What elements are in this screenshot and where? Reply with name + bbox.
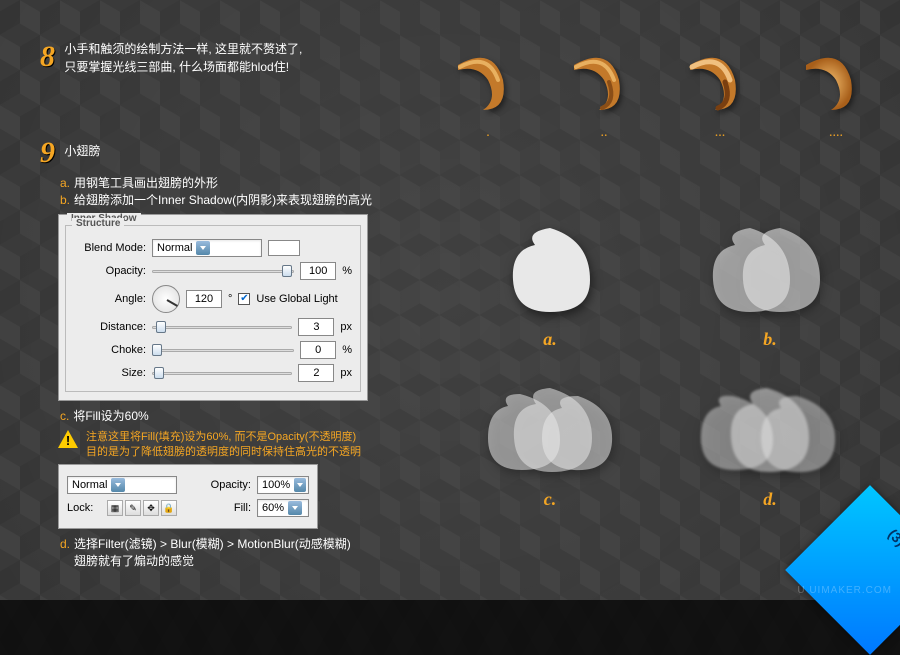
inner-shadow-panel: Inner Shadow Structure Blend Mode: Norma… <box>58 214 368 401</box>
layer-opacity-input[interactable]: 100% <box>257 476 309 494</box>
step-9d: d.选择Filter(滤镜) > Blur(模糊) > MotionBlur(动… <box>60 535 860 569</box>
chevron-down-icon <box>294 478 306 492</box>
angle-row: Angle: 120 ° ✔ Use Global Light <box>74 285 352 313</box>
lock-position-icon[interactable]: ✥ <box>143 500 159 516</box>
step-9b: b.给翅膀添加一个Inner Shadow(内阴影)来表现翅膀的高光 <box>60 191 860 208</box>
choke-row: Choke: 0 % <box>74 341 352 359</box>
step-8-text: 小手和触须的绘制方法一样, 这里就不赘述了, 只要掌握光线三部曲, 什么场面都能… <box>64 40 302 76</box>
lock-transparency-icon[interactable]: ▦ <box>107 500 123 516</box>
lock-icons[interactable]: ▦ ✎ ✥ 🔒 <box>107 500 177 516</box>
chevron-down-icon <box>196 241 210 255</box>
choke-slider[interactable] <box>152 345 294 355</box>
opacity-slider[interactable] <box>152 266 294 276</box>
distance-row: Distance: 3 px <box>74 318 352 336</box>
watermark: U UIMAKER.COM <box>797 585 892 596</box>
warning-note: ! 注意这里将Fill(填充)设为60%, 而不是Opacity(不透明度) 目… <box>58 430 378 460</box>
chevron-down-icon <box>288 501 302 515</box>
choke-input[interactable]: 0 <box>300 341 336 359</box>
lock-pixels-icon[interactable]: ✎ <box>125 500 141 516</box>
step-8-number: 8 <box>40 40 55 74</box>
step-9-number: 9 <box>40 136 55 170</box>
opacity-input[interactable]: 100 <box>300 262 336 280</box>
color-swatch[interactable] <box>268 240 300 256</box>
blend-mode-select[interactable]: Normal <box>152 239 262 257</box>
layer-blend-select[interactable]: Normal <box>67 476 177 494</box>
size-row: Size: 2 px <box>74 364 352 382</box>
opacity-row: Opacity: 100 % <box>74 262 352 280</box>
step-9-title: 小翅膀 <box>64 136 100 166</box>
step-9: 9 小翅膀 a.用钢笔工具画出翅膀的外形 b.给翅膀添加一个Inner Shad… <box>40 136 860 569</box>
step-9c: c.将Fill设为60% <box>60 407 860 424</box>
use-global-light-checkbox[interactable]: ✔ <box>238 293 250 305</box>
warning-icon: ! <box>58 430 78 448</box>
size-slider[interactable] <box>152 368 292 378</box>
step-9a: a.用钢笔工具画出翅膀的外形 <box>60 174 860 191</box>
blend-mode-row: Blend Mode: Normal <box>74 239 352 257</box>
lock-all-icon[interactable]: 🔒 <box>161 500 177 516</box>
layer-fill-input[interactable]: 60% <box>257 499 309 517</box>
layer-options-panel: Normal Opacity: 100% Lock: ▦ ✎ ✥ 🔒 Fill: <box>58 464 318 529</box>
angle-dial[interactable] <box>152 285 180 313</box>
chevron-down-icon <box>111 478 125 492</box>
size-input[interactable]: 2 <box>298 364 334 382</box>
distance-slider[interactable] <box>152 322 292 332</box>
step-8: 8 小手和触须的绘制方法一样, 这里就不赘述了, 只要掌握光线三部曲, 什么场面… <box>40 40 860 76</box>
angle-input[interactable]: 120 <box>186 290 222 308</box>
distance-input[interactable]: 3 <box>298 318 334 336</box>
